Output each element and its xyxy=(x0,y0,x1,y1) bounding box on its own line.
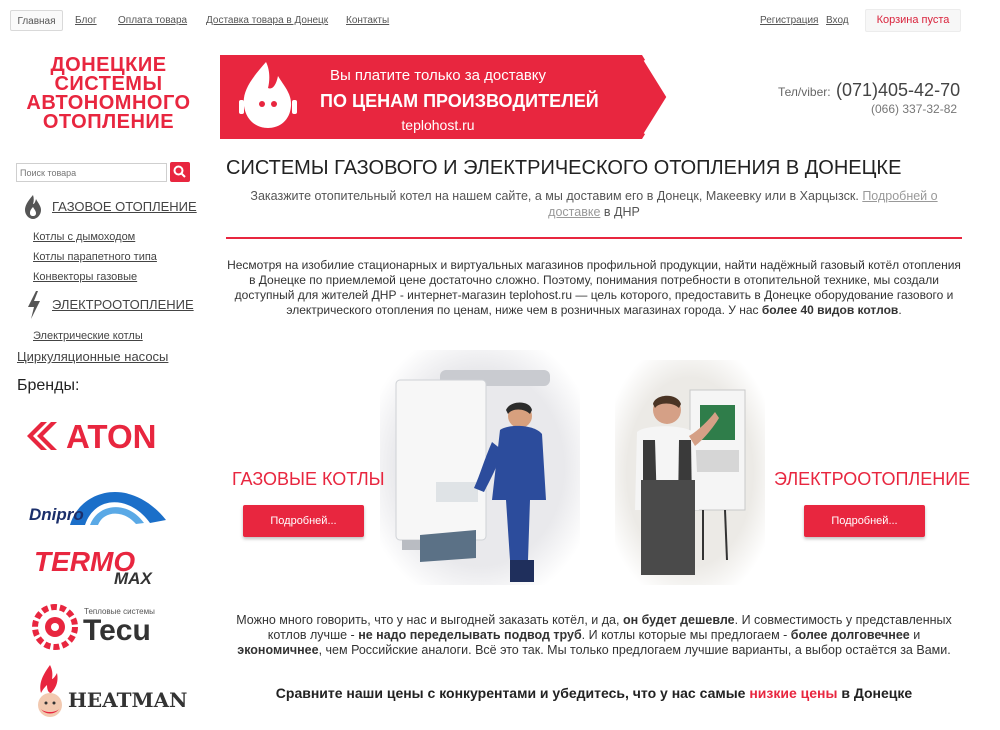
banner-line-1: Вы платите только за доставку xyxy=(329,67,547,84)
flame-icon xyxy=(25,195,41,219)
nav-blog-link[interactable]: Блог xyxy=(75,10,97,31)
benefits-highlight: не надо переделывать подвод труб xyxy=(358,628,582,642)
search-input[interactable] xyxy=(16,163,167,182)
nav-home-link[interactable]: Главная xyxy=(10,10,63,31)
cart-button[interactable]: Корзина пуста xyxy=(865,9,961,32)
sidebar-item-parapet-boilers[interactable]: Котлы парапетного типа xyxy=(33,251,157,263)
category-electric-heating[interactable]: ЭЛЕКТРООТОПЛЕНИЕ xyxy=(52,297,194,312)
category-gas-heating[interactable]: ГАЗОВОЕ ОТОПЛЕНИЕ xyxy=(52,199,197,214)
benefits-paragraph: Можно много говорить, что у нас и выгодн… xyxy=(226,613,962,658)
benefits-text: . И котлы которые мы предлогаем - xyxy=(581,628,788,642)
brand-dnipro-text: Dnipro xyxy=(29,505,84,524)
phone-label: Тел/viber: xyxy=(778,85,831,99)
lightning-icon xyxy=(28,291,40,319)
top-navigation: Главная Блог Оплата товара Доставка това… xyxy=(0,0,1000,40)
compare-text: Сравните наши цены с конкурентами и убед… xyxy=(275,685,746,701)
register-link[interactable]: Регистрация xyxy=(760,10,818,31)
sidebar-item-gas-convectors[interactable]: Конвекторы газовые xyxy=(33,271,137,283)
about-end: . xyxy=(898,303,902,317)
electric-heating-more-button[interactable]: Подробней... xyxy=(804,505,925,537)
aton-mark-icon xyxy=(27,422,57,450)
benefits-text: Можно много говорить, что у нас и выгодн… xyxy=(236,613,620,627)
benefits-highlight: более долговечнее xyxy=(790,628,910,642)
gas-boilers-more-button[interactable]: Подробней... xyxy=(243,505,364,537)
heatman-mascot-icon xyxy=(38,665,62,717)
nav-delivery-link[interactable]: Доставка товара в Донецк xyxy=(206,10,328,31)
benefits-highlight: экономичнее xyxy=(237,643,319,657)
about-highlight: более 40 видов котлов xyxy=(761,303,899,317)
compare-prices-callout: Сравните наши цены с конкурентами и убед… xyxy=(226,685,962,701)
sidebar-item-electric-boilers[interactable]: Электрические котлы xyxy=(33,330,143,342)
nav-payment-link[interactable]: Оплата товара xyxy=(118,10,187,31)
intro-text: Заказжите отопительный котел на нашем са… xyxy=(226,188,962,220)
brand-heatman-text: HEATMAN xyxy=(68,688,188,712)
login-link[interactable]: Вход xyxy=(826,10,849,31)
page-title: СИСТЕМЫ ГАЗОВОГО И ЭЛЕКТРИЧЕСКОГО ОТОПЛЕ… xyxy=(226,157,902,179)
brand-tecu-text: Tecu xyxy=(83,614,151,647)
compare-highlight: низкие цены xyxy=(749,685,838,701)
gas-boilers-heading: ГАЗОВЫЕ КОТЛЫ xyxy=(232,469,385,489)
gas-boiler-photo xyxy=(380,350,580,585)
content-divider xyxy=(226,237,962,239)
banner-line-3: teplohost.ru xyxy=(401,117,475,133)
phone-secondary[interactable]: (066) 337-32-82 xyxy=(871,102,957,116)
sidebar-item-chimney-boilers[interactable]: Котлы с дымоходом xyxy=(33,231,135,243)
site-logo[interactable]: ДОНЕЦКИЕ СИСТЕМЫ АВТОНОМНОГО ОТОПЛЕНИЕ xyxy=(16,55,201,133)
brands-heading: Бренды: xyxy=(17,377,80,394)
electric-heating-heading: ЭЛЕКТРООТОПЛЕНИЕ xyxy=(774,469,971,489)
intro-sentence: Заказжите отопительный котел на нашем са… xyxy=(250,189,859,203)
sidebar-item-pumps[interactable]: Циркуляционные насосы xyxy=(17,349,168,364)
about-paragraph: Несмотря на изобилие стационарных и вирт… xyxy=(226,258,962,318)
electric-heating-photo xyxy=(615,360,765,585)
benefits-text: и xyxy=(913,628,921,642)
phone-main[interactable]: (071)405-42-70 xyxy=(836,80,960,101)
logo-line: ОТОПЛЕНИЕ xyxy=(42,111,175,133)
compare-text: в Донецке xyxy=(841,685,913,701)
intro-tail: в ДНР xyxy=(603,205,640,219)
dnipro-arc-icon xyxy=(70,492,166,525)
tecu-ring-icon xyxy=(32,604,78,650)
nav-contacts-link[interactable]: Контакты xyxy=(346,10,389,31)
benefits-text: , чем Российские аналоги. Всё это так. М… xyxy=(318,643,951,657)
banner-line-2: ПО ЦЕНАМ ПРОИЗВОДИТЕЛЕЙ xyxy=(320,91,599,111)
brand-max-text: MAX xyxy=(114,569,152,588)
search-button[interactable] xyxy=(170,162,190,182)
brand-aton-text: ATON xyxy=(66,418,157,455)
search-icon xyxy=(173,165,186,178)
benefits-highlight: он будет дешевле xyxy=(622,613,735,627)
